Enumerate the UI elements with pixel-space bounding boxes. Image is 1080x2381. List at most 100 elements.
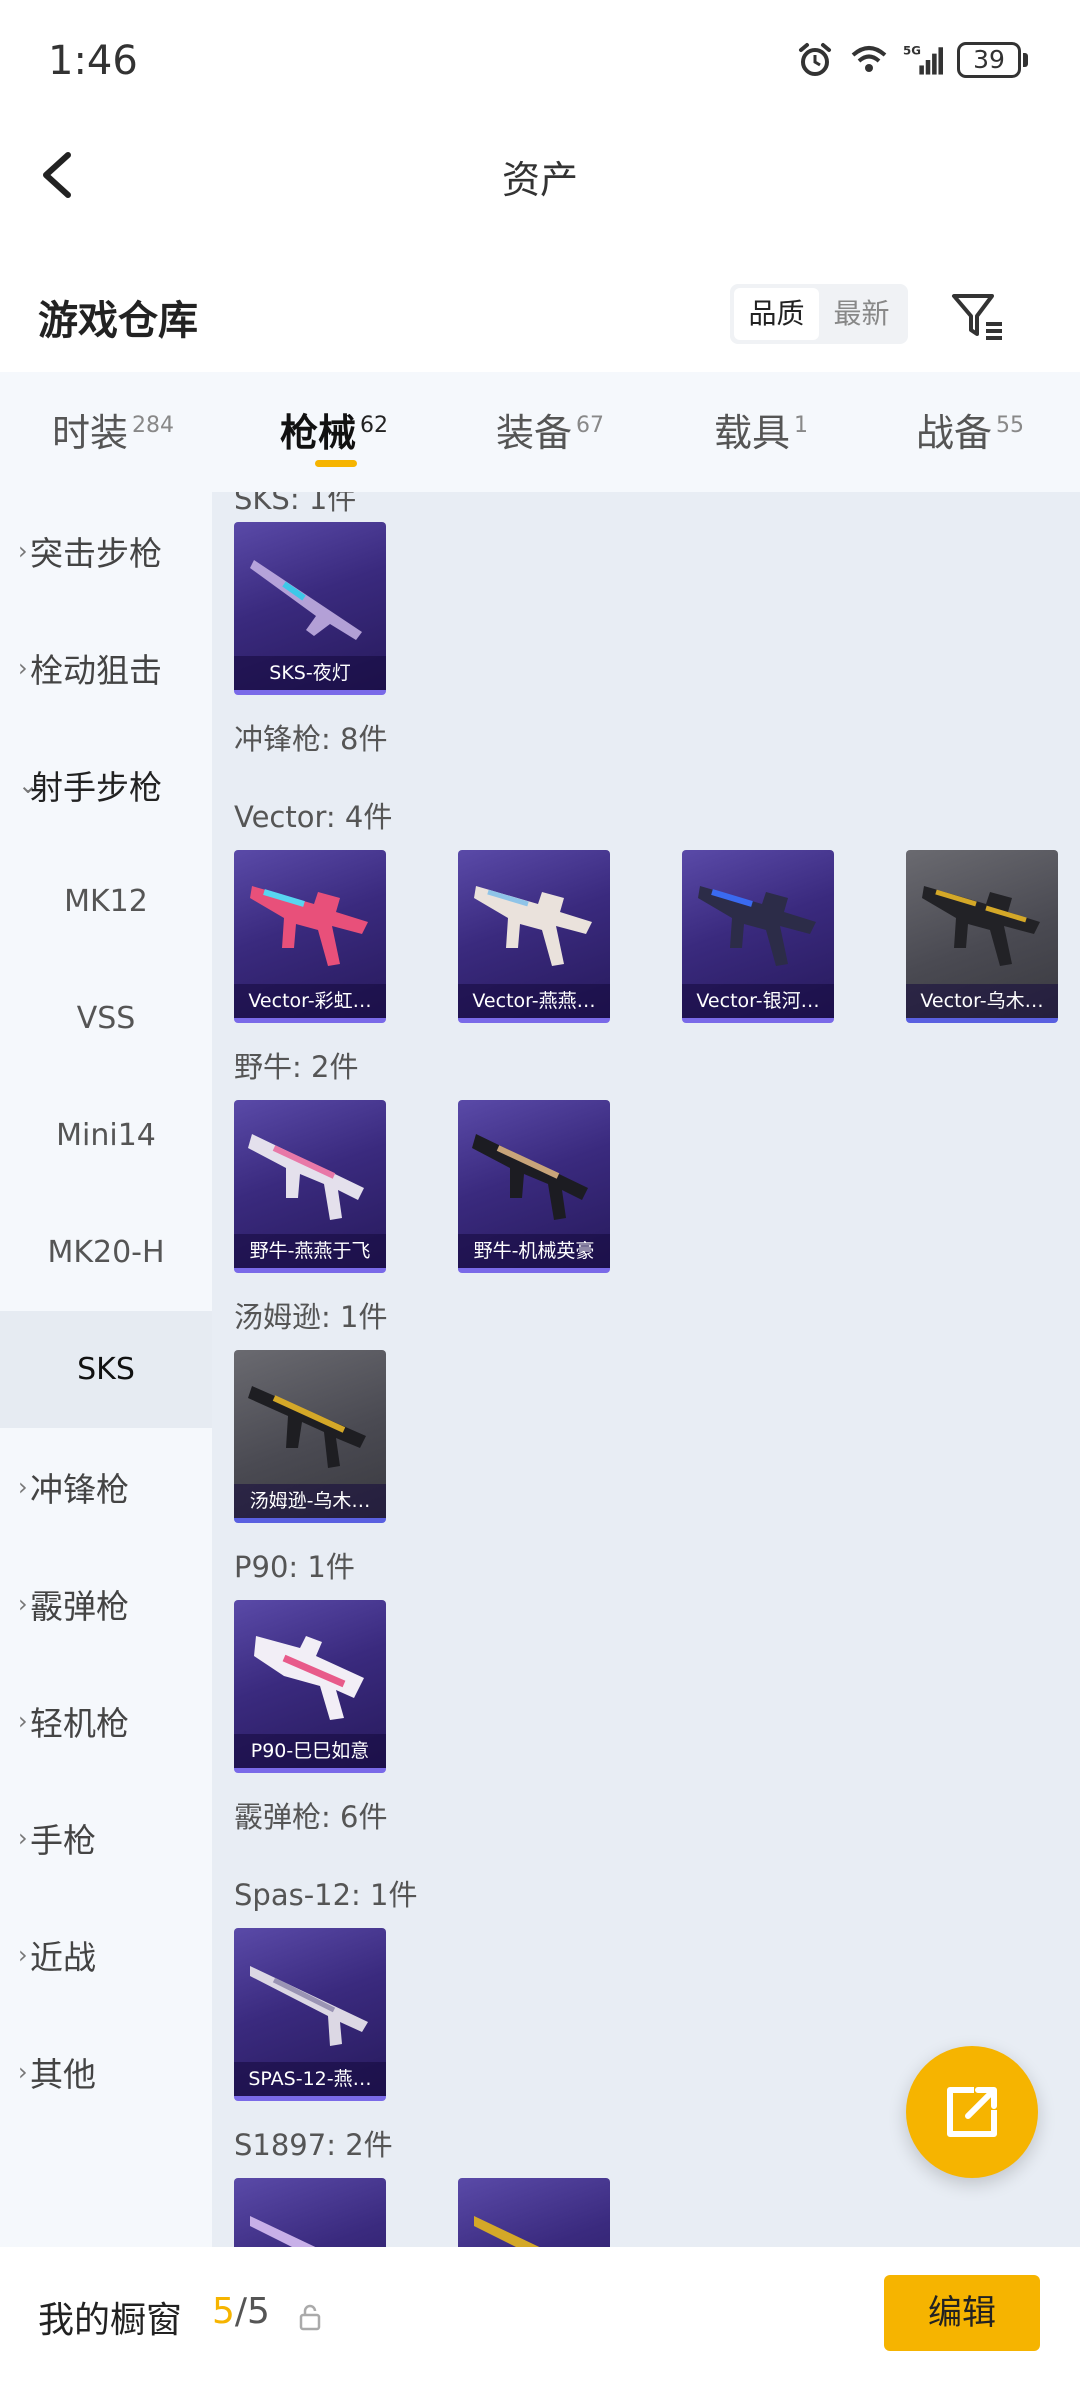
tab-label: 载具 [714, 411, 791, 455]
weapon-card[interactable]: SKS-夜灯 [234, 522, 386, 695]
sidebar-item-label: 突击步枪 [30, 533, 162, 573]
weapon-card[interactable]: P90-巳巳如意 [234, 1600, 386, 1773]
tab-vehicles[interactable]: 载具 1 [714, 402, 808, 457]
sidebar-item-lmg[interactable]: › 轻机枪 [0, 1662, 212, 1779]
active-tab-indicator [315, 460, 357, 467]
weapon-name: Vector-燕燕… [458, 984, 610, 1018]
sidebar-subitem-vss[interactable]: VSS [0, 960, 212, 1077]
tab-count: 55 [996, 413, 1025, 439]
weapon-card[interactable]: Vector-燕燕… [458, 850, 610, 1023]
weapon-name: Vector-银河… [682, 984, 834, 1018]
weapon-name: SPAS-12-燕… [234, 2062, 386, 2096]
shotgun-icon [250, 1966, 368, 2046]
wifi-icon [851, 46, 887, 72]
edit-button[interactable]: 编辑 [884, 2275, 1040, 2351]
sidebar-subitem-mini14[interactable]: Mini14 [0, 1077, 212, 1194]
weapon-card[interactable]: 汤姆逊-乌木… [234, 1350, 386, 1523]
chevron-right-icon: › [18, 1706, 28, 1735]
chevron-down-icon: ⌄ [18, 770, 39, 799]
sidebar-subitem-mk20h[interactable]: MK20-H [0, 1194, 212, 1311]
tab-fashion[interactable]: 时装 284 [52, 402, 174, 457]
showcase-label: 我的橱窗 [38, 2300, 183, 2341]
group-label: P90: 1件 [234, 1550, 355, 1584]
weapon-card[interactable]: SPAS-12-燕… [234, 1928, 386, 2101]
tab-label: 枪械 [280, 411, 357, 455]
filter-icon[interactable] [948, 288, 1006, 346]
sort-newest-option[interactable]: 最新 [819, 288, 904, 340]
weapon-card[interactable] [458, 2178, 610, 2247]
status-time: 1:46 [48, 38, 138, 84]
sidebar-subitem-mk12[interactable]: MK12 [0, 843, 212, 960]
weapon-name: SKS-夜灯 [234, 656, 386, 690]
sort-quality-option[interactable]: 品质 [734, 288, 819, 340]
weapon-card[interactable]: Vector-银河… [682, 850, 834, 1023]
smg-icon [472, 1134, 588, 1220]
weapon-name: Vector-乌木… [906, 984, 1058, 1018]
group-label: 汤姆逊: 1件 [234, 1300, 388, 1334]
sidebar-item-marksman-rifle[interactable]: ⌄ 射手步枪 [0, 726, 212, 843]
sidebar-item-smg[interactable]: › 冲锋枪 [0, 1428, 212, 1545]
sidebar-item-melee[interactable]: › 近战 [0, 1896, 212, 2013]
network-label: 5G [903, 44, 921, 58]
tab-count: 284 [132, 413, 175, 439]
signal-icon: 5G [903, 44, 943, 75]
group-label: S1897: 2件 [234, 2128, 393, 2162]
weapon-card[interactable]: 野牛-燕燕于飞 [234, 1100, 386, 1273]
sidebar-subitem-sks[interactable]: SKS [0, 1311, 212, 1428]
sort-toggle: 品质 最新 [730, 284, 908, 344]
status-bar: 1:46 5G 39 [0, 0, 1080, 125]
smg-icon [922, 886, 1040, 966]
chevron-right-icon: › [18, 1823, 28, 1852]
sidebar-item-pistol[interactable]: › 手枪 [0, 1779, 212, 1896]
battery-level: 39 [957, 42, 1021, 78]
weapon-card[interactable]: Vector-彩虹… [234, 850, 386, 1023]
group-label: Spas-12: 1件 [234, 1878, 418, 1912]
tab-firearms[interactable]: 枪械 62 [280, 402, 388, 457]
showcase-bar: 我的橱窗 5/5 编辑 [0, 2247, 1080, 2381]
smg-icon [254, 1636, 364, 1720]
weapon-card[interactable]: 野牛-机械英豪 [458, 1100, 610, 1273]
sidebar-item-assault-rifle[interactable]: › 突击步枪 [0, 492, 212, 609]
showcase-total: /5 [234, 2291, 270, 2332]
group-label: 霰弹枪: 6件 [234, 1800, 388, 1834]
sidebar-item-other[interactable]: › 其他 [0, 2013, 212, 2130]
weapon-card[interactable] [234, 2178, 386, 2247]
sidebar-item-label: 近战 [30, 1937, 96, 1977]
tab-count: 62 [360, 413, 389, 439]
weapon-card[interactable]: Vector-乌木… [906, 850, 1058, 1023]
sidebar-item-shotgun[interactable]: › 霰弹枪 [0, 1545, 212, 1662]
tab-label: 时装 [52, 411, 129, 455]
smg-icon [250, 886, 368, 966]
weapon-name: P90-巳巳如意 [234, 1734, 386, 1768]
page-title: 资产 [501, 158, 578, 202]
sidebar-item-label: 霰弹枪 [30, 1586, 129, 1626]
share-button[interactable] [906, 2046, 1038, 2178]
chevron-right-icon: › [18, 653, 28, 682]
group-label: 野牛: 2件 [234, 1050, 359, 1084]
chevron-right-icon: › [18, 1940, 28, 1969]
tab-supplies[interactable]: 战备 55 [916, 402, 1024, 457]
chevron-right-icon: › [18, 2057, 28, 2086]
group-label: 冲锋枪: 8件 [234, 722, 388, 756]
shotgun-icon [474, 2216, 540, 2247]
weapon-name: 野牛-燕燕于飞 [234, 1234, 386, 1268]
sidebar: › 突击步枪 › 栓动狙击 ⌄ 射手步枪 MK12 VSS Mini14 MK20-H… [0, 492, 212, 2247]
showcase-count: 5/5 [212, 2291, 270, 2332]
tab-equipment[interactable]: 装备 67 [496, 402, 604, 457]
alarm-icon [799, 43, 831, 76]
smg-icon [474, 886, 592, 966]
section-title: 游戏仓库 [38, 298, 198, 344]
rifle-icon [250, 560, 362, 640]
sidebar-item-label: 冲锋枪 [30, 1469, 129, 1509]
showcase-current: 5 [212, 2291, 235, 2332]
tab-count: 1 [794, 413, 809, 439]
chevron-right-icon: › [18, 536, 28, 565]
sidebar-item-bolt-sniper[interactable]: › 栓动狙击 [0, 609, 212, 726]
lock-icon [299, 2304, 321, 2331]
weapon-name: 汤姆逊-乌木… [234, 1484, 386, 1518]
external-link-icon [947, 2087, 997, 2137]
tab-label: 装备 [496, 411, 573, 455]
smg-icon [248, 1134, 364, 1220]
chevron-right-icon: › [18, 1472, 28, 1501]
weapon-name: Vector-彩虹… [234, 984, 386, 1018]
